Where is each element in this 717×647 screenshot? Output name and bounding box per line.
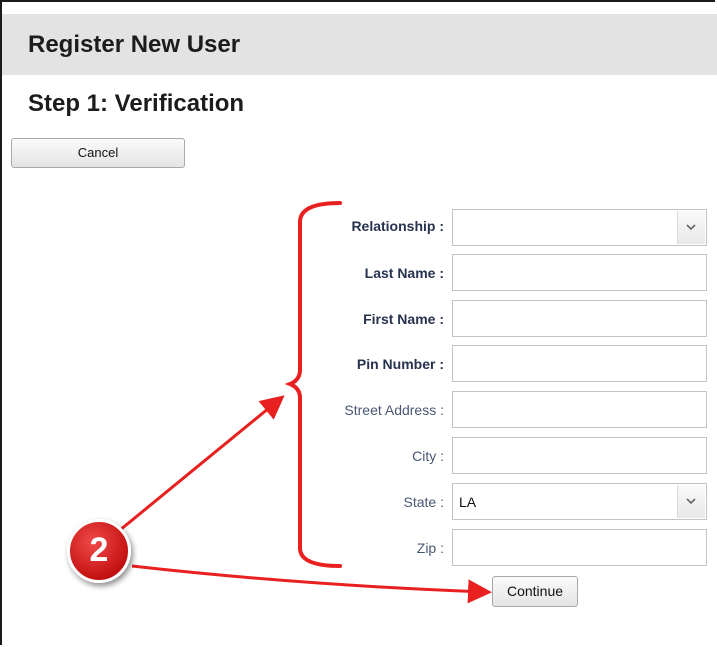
bracket-shape bbox=[284, 201, 342, 568]
arrow-to-continue bbox=[131, 564, 492, 604]
step-number-badge: 2 bbox=[67, 519, 131, 583]
arrow-to-bracket bbox=[119, 395, 285, 532]
